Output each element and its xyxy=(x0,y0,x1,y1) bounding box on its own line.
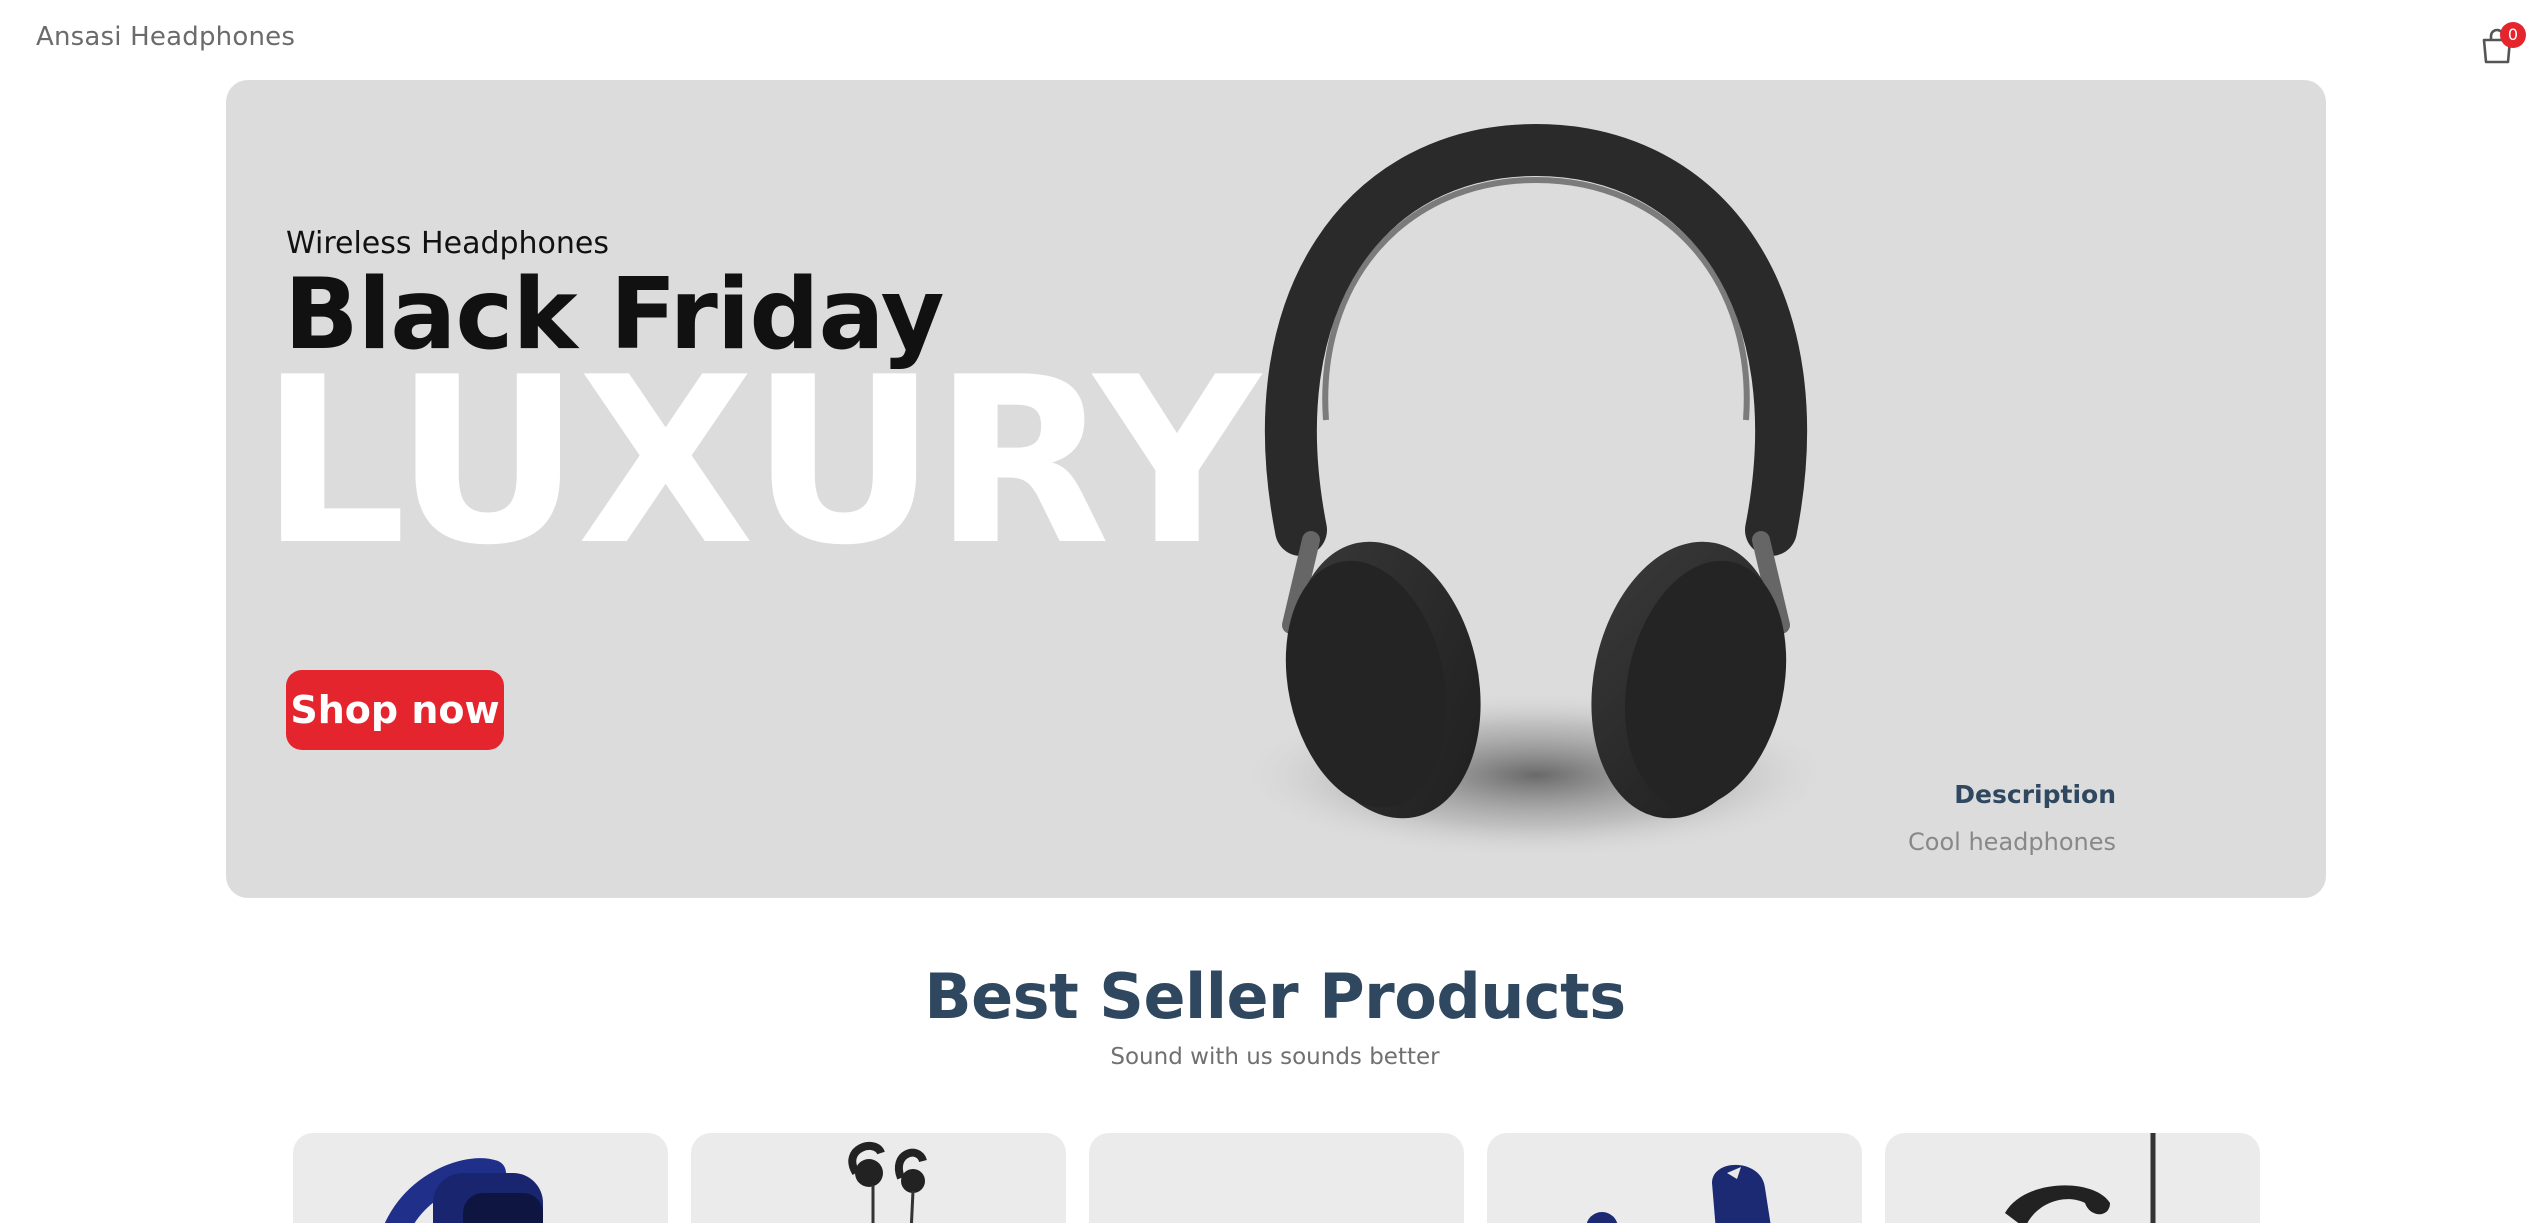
product-card[interactable] xyxy=(293,1133,668,1223)
product-card[interactable] xyxy=(1487,1133,1862,1223)
ear-hook-earphones-image xyxy=(2005,1133,2156,1223)
description-text: Cool headphones xyxy=(1908,828,2116,856)
product-card[interactable] xyxy=(1089,1133,1464,1223)
cart-count-badge: 0 xyxy=(2500,22,2526,48)
description-title: Description xyxy=(1954,780,2116,809)
product-card[interactable] xyxy=(691,1133,1066,1223)
product-grid xyxy=(293,1133,2260,1223)
best-seller-title: Best Seller Products xyxy=(924,960,1626,1033)
blue-headphones-image xyxy=(385,1158,543,1223)
headphones-image xyxy=(1236,123,1816,860)
cart-button[interactable]: 0 xyxy=(2476,22,2526,66)
hero-banner: Wireless Headphones Black Friday LUXURY … xyxy=(226,80,2326,898)
hero-big-text: LUXURY xyxy=(260,329,1260,596)
best-seller-subtitle: Sound with us sounds better xyxy=(1110,1044,1440,1070)
black-earphones-image xyxy=(848,1141,927,1223)
blue-earbuds-image xyxy=(1586,1164,1771,1223)
shop-now-button[interactable]: Shop now xyxy=(286,670,504,750)
brand-logo[interactable]: Ansasi Headphones xyxy=(36,22,295,52)
product-card[interactable] xyxy=(1885,1133,2260,1223)
hero-subtitle: Wireless Headphones xyxy=(286,226,610,261)
navbar: Ansasi Headphones 0 xyxy=(0,0,2538,80)
